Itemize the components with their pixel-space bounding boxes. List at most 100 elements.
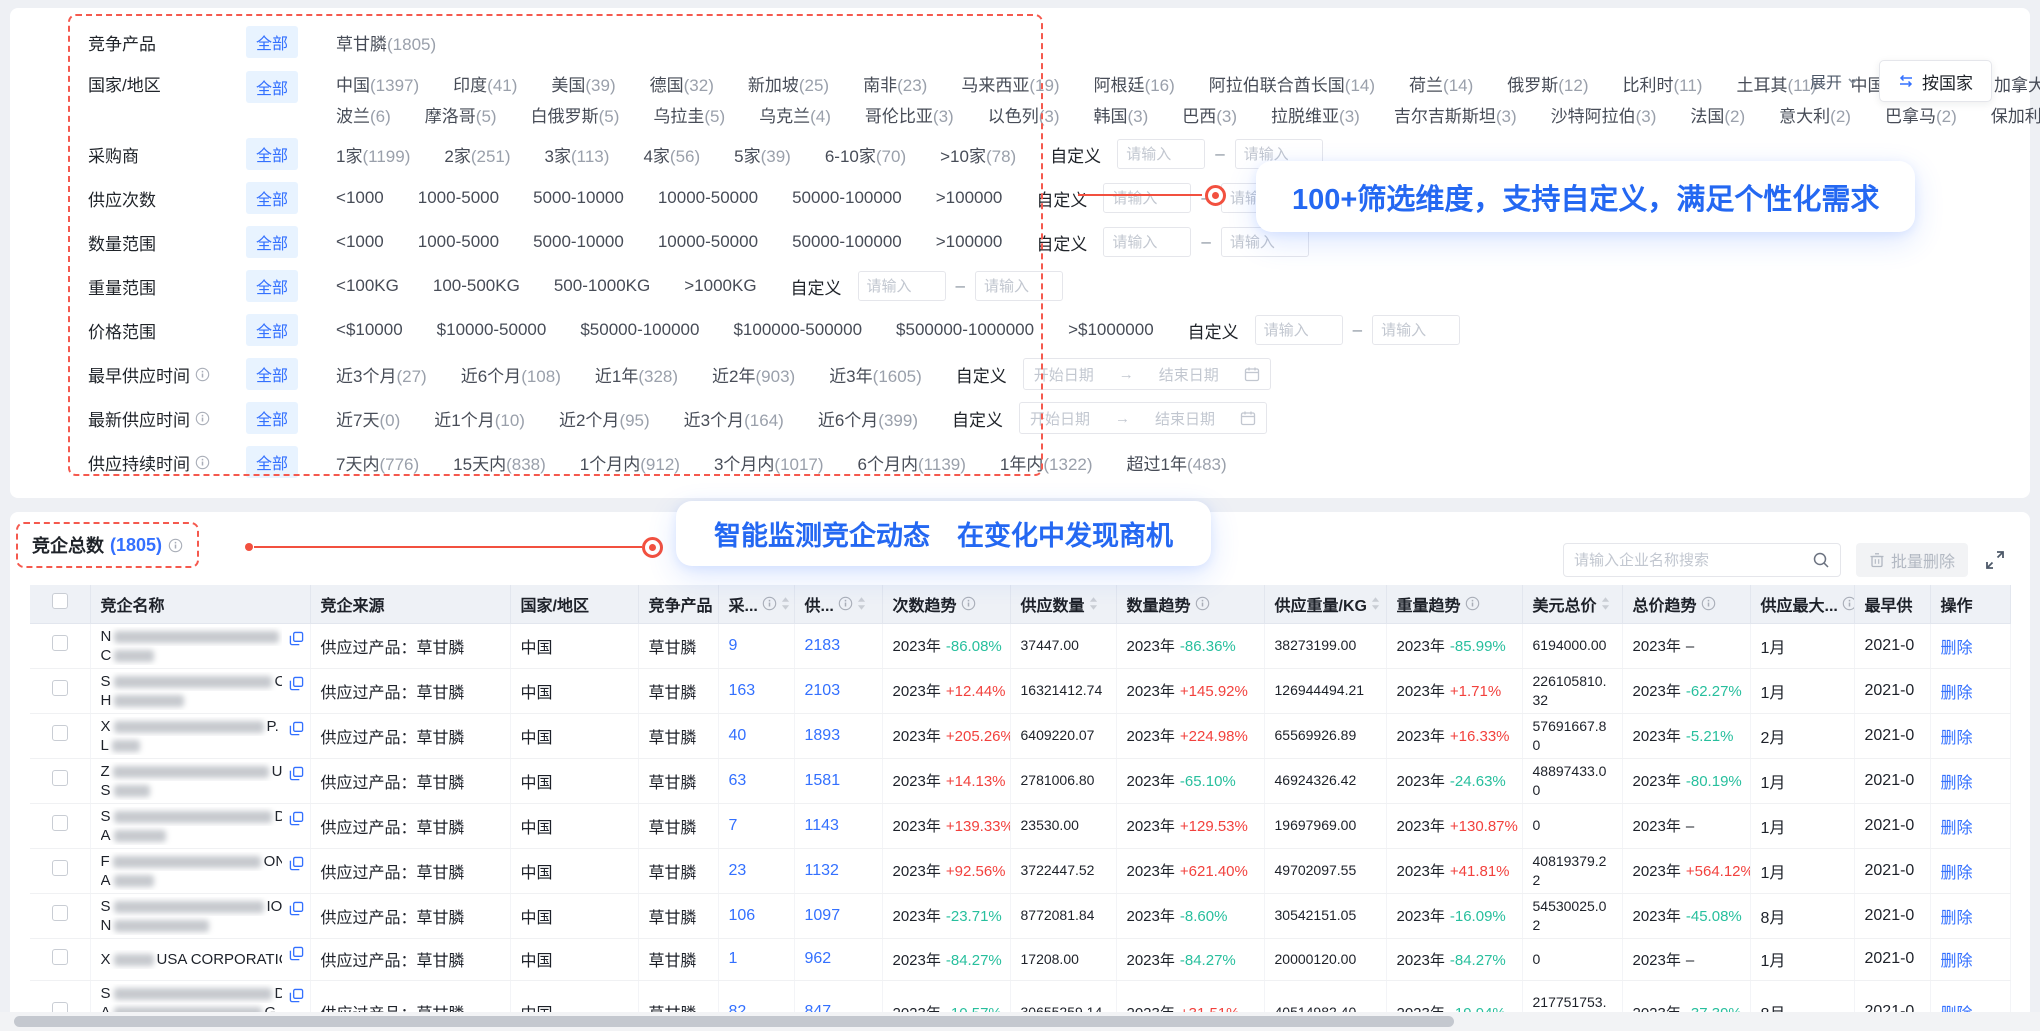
filter-custom-label[interactable]: 自定义	[791, 274, 842, 299]
filter-option[interactable]: 50000-100000	[792, 188, 902, 208]
row-checkbox[interactable]	[52, 815, 68, 831]
filter-all-chip[interactable]: 全部	[246, 446, 298, 478]
filter-option[interactable]: 马来西亚(19)	[961, 71, 1059, 96]
filter-option[interactable]: <1000	[336, 188, 384, 208]
row-checkbox[interactable]	[52, 725, 68, 741]
cell-supply-count[interactable]: 1132	[805, 862, 839, 879]
filter-option[interactable]: 1年内(1322)	[1000, 450, 1093, 475]
copy-icon[interactable]	[289, 721, 304, 741]
filter-option[interactable]: 近3个月(164)	[684, 406, 784, 431]
filter-option[interactable]: 德国(32)	[650, 71, 714, 96]
company-search-input[interactable]	[1574, 552, 1812, 569]
filter-option[interactable]: 荷兰(14)	[1409, 71, 1473, 96]
cell-company-name[interactable]: XP.L	[90, 713, 310, 758]
copy-icon[interactable]	[289, 856, 304, 876]
copy-icon[interactable]	[289, 676, 304, 696]
filter-min-input[interactable]	[1255, 315, 1343, 345]
filter-option[interactable]: 100-500KG	[433, 276, 520, 296]
row-checkbox[interactable]	[52, 680, 68, 696]
delete-link[interactable]: 删除	[1941, 910, 1973, 927]
filter-option[interactable]: <100KG	[336, 276, 399, 296]
filter-option[interactable]: 2家(251)	[444, 142, 510, 167]
scrollbar-thumb[interactable]	[14, 1016, 1454, 1027]
filter-option[interactable]: 5家(39)	[734, 142, 791, 167]
filter-option[interactable]: 哥伦比亚(3)	[865, 102, 954, 127]
filter-option[interactable]: >$1000000	[1068, 320, 1154, 340]
filter-custom-label[interactable]: 自定义	[1050, 142, 1101, 167]
filter-all-chip[interactable]: 全部	[246, 402, 298, 434]
checkbox[interactable]	[52, 593, 68, 609]
cell-supply-count[interactable]: 1143	[805, 817, 839, 834]
filter-option[interactable]: 以色列(3)	[988, 102, 1060, 127]
filter-option[interactable]: 草甘膦(1805)	[336, 30, 436, 55]
filter-option[interactable]: 南非(23)	[863, 71, 927, 96]
filter-max-input[interactable]	[1372, 315, 1460, 345]
filter-option[interactable]: 近6个月(399)	[818, 406, 918, 431]
fullscreen-button[interactable]	[1982, 547, 2008, 573]
filter-min-input[interactable]	[1103, 227, 1191, 257]
filter-option[interactable]: 加拿大(9)	[1994, 71, 2040, 96]
filter-option[interactable]: 近3个月(27)	[336, 362, 427, 387]
filter-option[interactable]: 阿根廷(16)	[1094, 71, 1175, 96]
filter-option[interactable]: 近2年(903)	[712, 362, 795, 387]
filter-all-chip[interactable]: 全部	[246, 270, 298, 302]
filter-option[interactable]: 意大利(2)	[1779, 102, 1851, 127]
filter-option[interactable]: 美国(39)	[551, 71, 615, 96]
cell-company-name[interactable]: XUSA CORPORATION	[90, 938, 310, 980]
filter-option[interactable]: 沙特阿拉伯(3)	[1551, 102, 1657, 127]
filter-option[interactable]: 1000-5000	[418, 232, 499, 252]
filter-option[interactable]: 法国(2)	[1690, 102, 1745, 127]
filter-option[interactable]: 近6个月(108)	[461, 362, 561, 387]
filter-option[interactable]: 波兰(6)	[336, 102, 391, 127]
cell-company-name[interactable]: SCH	[90, 668, 310, 713]
filter-option[interactable]: 印度(41)	[453, 71, 517, 96]
filter-option[interactable]: 巴拿马(2)	[1885, 102, 1957, 127]
date-range-picker[interactable]: 开始日期→结束日期	[1019, 402, 1267, 434]
filter-option[interactable]: 土耳其(11)	[1736, 71, 1816, 96]
filter-option[interactable]: 1000-5000	[418, 188, 499, 208]
sort-icon[interactable]	[781, 596, 790, 611]
filter-option[interactable]: 近3年(1605)	[829, 362, 922, 387]
cell-supply-count[interactable]: 1581	[805, 772, 841, 789]
copy-icon[interactable]	[289, 811, 304, 831]
filter-option[interactable]: 白俄罗斯(5)	[531, 102, 620, 127]
delete-link[interactable]: 删除	[1941, 685, 1973, 702]
cell-supply-count[interactable]: 1893	[805, 727, 841, 744]
filter-all-chip[interactable]: 全部	[246, 358, 298, 390]
horizontal-scrollbar[interactable]	[0, 1012, 2040, 1031]
filter-option[interactable]: 中国(1397)	[336, 71, 419, 96]
filter-option[interactable]: $10000-50000	[437, 320, 547, 340]
filter-option[interactable]: <$10000	[336, 320, 403, 340]
filter-option[interactable]: 500-1000KG	[554, 276, 650, 296]
delete-link[interactable]: 删除	[1941, 730, 1973, 747]
cell-buyer-count[interactable]: 9	[729, 637, 738, 654]
filter-option[interactable]: >10家(78)	[940, 142, 1016, 167]
filter-option[interactable]: 7天内(776)	[336, 450, 419, 475]
copy-icon[interactable]	[289, 901, 304, 921]
copy-icon[interactable]	[289, 988, 304, 1008]
filter-option[interactable]: 乌克兰(4)	[759, 102, 831, 127]
filter-max-input[interactable]	[975, 271, 1063, 301]
filter-option[interactable]: 韩国(3)	[1093, 102, 1148, 127]
filter-option[interactable]: 近7天(0)	[336, 406, 400, 431]
filter-option[interactable]: 6个月内(1139)	[858, 450, 966, 475]
row-checkbox[interactable]	[52, 860, 68, 876]
filter-option[interactable]: 吉尔吉斯斯坦(3)	[1394, 102, 1517, 127]
filter-min-input[interactable]	[1103, 183, 1191, 213]
filter-option[interactable]: 拉脱维亚(3)	[1271, 102, 1360, 127]
filter-option[interactable]: 4家(56)	[643, 142, 700, 167]
cell-buyer-count[interactable]: 7	[729, 817, 738, 834]
cell-buyer-count[interactable]: 1	[729, 950, 738, 967]
filter-all-chip[interactable]: 全部	[246, 138, 298, 170]
by-country-button[interactable]: 按国家	[1879, 60, 1992, 102]
copy-icon[interactable]	[289, 946, 304, 966]
sort-icon[interactable]	[857, 596, 866, 611]
filter-all-chip[interactable]: 全部	[246, 71, 298, 103]
filter-all-chip[interactable]: 全部	[246, 26, 298, 58]
filter-custom-label[interactable]: 自定义	[1036, 230, 1087, 255]
date-range-picker[interactable]: 开始日期→结束日期	[1023, 358, 1271, 390]
cell-company-name[interactable]: FONA	[90, 848, 310, 893]
delete-link[interactable]: 删除	[1941, 865, 1973, 882]
cell-company-name[interactable]: N)C	[90, 623, 310, 668]
row-checkbox[interactable]	[52, 905, 68, 921]
